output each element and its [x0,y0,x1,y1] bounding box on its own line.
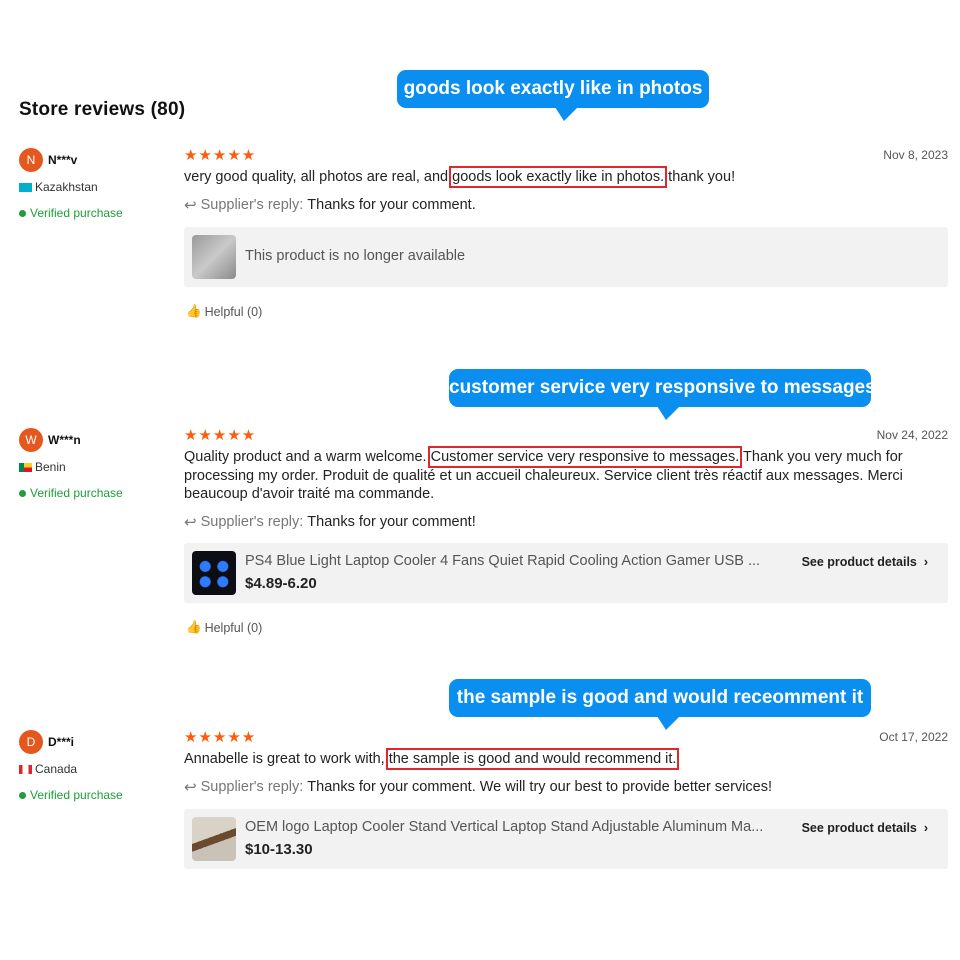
product-name[interactable]: OEM logo Laptop Cooler Stand Vertical La… [245,819,785,835]
reply-arrow-icon: ↩ [184,197,197,214]
highlight-callout: goods look exactly like in photos [397,70,709,121]
reviewer-country: Kazakhstan [19,180,98,194]
reply-text: Thanks for your comment! [307,514,476,530]
supplier-reply: ↩ Supplier's reply: Thanks for your comm… [184,778,772,796]
reply-arrow-icon: ↩ [184,779,197,796]
callout-pointer [555,107,578,121]
chevron-right-icon: › [920,821,928,835]
review-text: very good quality, all photos are real, … [184,166,950,188]
highlight-callout: customer service very responsive to mess… [449,369,876,420]
avatar: D [19,730,43,754]
review-item: D D***i Canada Verified purchase ★★★★★ O… [0,729,960,890]
helpful-button[interactable]: 👍 Helpful (0) [186,620,262,635]
country-label: Kazakhstan [35,180,98,194]
supplier-reply: ↩ Supplier's reply: Thanks for your comm… [184,513,476,531]
callout-pointer [657,406,680,420]
helpful-button[interactable]: 👍 Helpful (0) [186,304,262,319]
reviewer-name: W***n [48,433,81,447]
verified-label: Verified purchase [30,486,123,500]
review-date: Nov 24, 2022 [876,428,948,442]
reply-label: Supplier's reply: [200,779,304,795]
product-card: This product is no longer available [184,227,948,287]
reply-text: Thanks for your comment. We will try our… [307,779,773,795]
review-text-part: Annabelle is great to work with, [184,751,389,767]
reply-text: Thanks for your comment. [307,197,476,213]
avatar: N [19,148,43,172]
helpful-label: Helpful (0) [204,620,263,635]
check-circle-icon [19,489,26,497]
product-price: $4.89-6.20 [245,575,317,592]
reviewer-country: Benin [19,460,66,474]
details-label: See product details [801,555,917,569]
highlighted-phrase: goods look exactly like in photos. [449,166,668,188]
canada-flag-icon [19,764,32,774]
callout-text: the sample is good and would receomment … [456,687,864,708]
review-text-part: thank you! [664,169,736,185]
page-title: Store reviews (80) [19,99,186,120]
product-thumbnail [192,817,236,861]
kazakhstan-flag-icon [19,182,32,192]
callout-pointer [657,716,680,730]
product-thumbnail [192,551,236,595]
check-circle-icon [19,209,26,217]
star-rating: ★★★★★ [184,427,257,444]
product-card[interactable]: OEM logo Laptop Cooler Stand Vertical La… [184,809,948,869]
reply-label: Supplier's reply: [200,197,304,213]
review-text: Annabelle is great to work with, the sam… [184,748,950,770]
country-label: Canada [35,762,78,776]
country-label: Benin [35,460,66,474]
review-date: Nov 8, 2023 [883,148,948,162]
chevron-right-icon: › [920,555,928,569]
reply-label: Supplier's reply: [200,514,304,530]
supplier-reply: ↩ Supplier's reply: Thanks for your comm… [184,196,476,214]
details-label: See product details [801,821,917,835]
see-product-details-link[interactable]: See product details › [802,821,928,835]
reviewer-name: N***v [48,153,78,167]
reviewer-country: Canada [19,762,77,776]
star-rating: ★★★★★ [184,147,257,164]
check-circle-icon [19,791,26,799]
product-name[interactable]: PS4 Blue Light Laptop Cooler 4 Fans Quie… [245,553,785,569]
product-card[interactable]: PS4 Blue Light Laptop Cooler 4 Fans Quie… [184,543,948,603]
callout-text: goods look exactly like in photos [403,78,703,99]
helpful-label: Helpful (0) [204,304,263,319]
star-rating: ★★★★★ [184,729,257,746]
verified-badge: Verified purchase [19,486,123,500]
reviewer-name: D***i [48,735,75,749]
highlighted-phrase: the sample is good and would recommend i… [385,748,680,770]
review-item: N N***v Kazakhstan Verified purchase ★★★… [0,147,960,328]
review-date: Oct 17, 2022 [879,730,948,744]
highlighted-phrase: Customer service very responsive to mess… [427,446,743,468]
see-product-details-link[interactable]: See product details › [802,555,928,569]
thumbs-up-icon: 👍 [186,304,202,318]
product-unavailable-text: This product is no longer available [245,248,466,264]
verified-label: Verified purchase [30,206,123,220]
benin-flag-icon [19,462,32,472]
review-text-part: very good quality, all photos are real, … [184,169,453,185]
highlight-callout: the sample is good and would receomment … [449,679,871,730]
thumbs-up-icon: 👍 [186,620,202,634]
product-thumbnail [192,235,236,279]
callout-text: customer service very responsive to mess… [449,377,876,398]
product-price: $10-13.30 [245,841,313,858]
avatar: W [19,428,43,452]
review-text-part: Quality product and a warm welcome. [184,449,431,465]
reply-arrow-icon: ↩ [184,514,197,531]
review-text: Quality product and a warm welcome. Cust… [184,446,950,504]
verified-badge: Verified purchase [19,206,123,220]
review-item: W W***n Benin Verified purchase ★★★★★ No… [0,427,960,638]
verified-label: Verified purchase [30,788,123,802]
verified-badge: Verified purchase [19,788,123,802]
